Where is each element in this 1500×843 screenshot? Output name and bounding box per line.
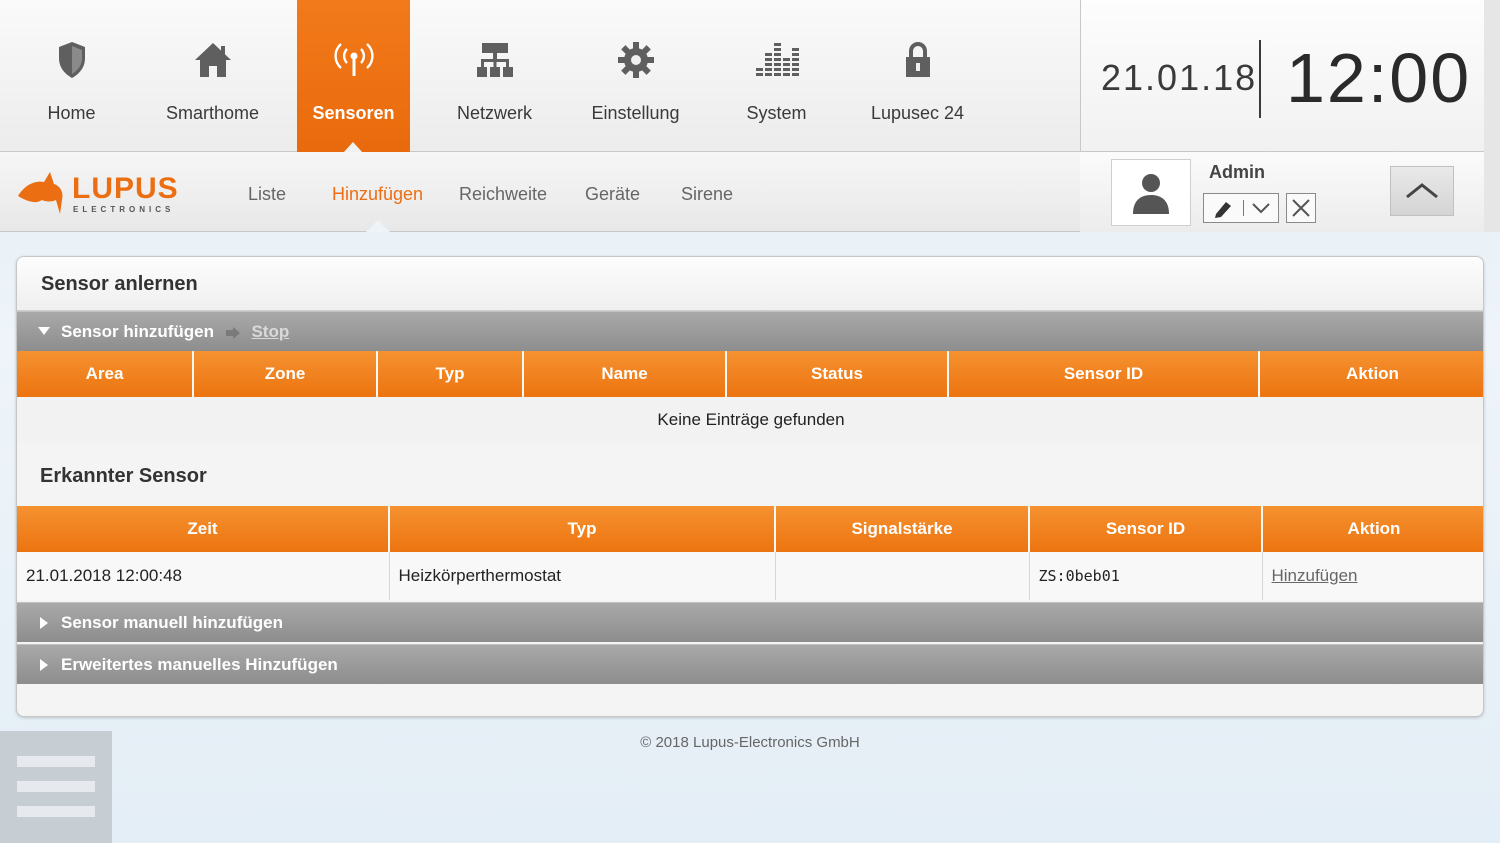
col-header-typ: Typ [377, 351, 524, 397]
advanced-add-bar[interactable]: Erweitertes manuelles Hinzufügen [17, 644, 1483, 684]
house-icon [156, 38, 269, 82]
nav-item-home[interactable]: Home [15, 0, 128, 152]
logo-name: LUPUS [72, 172, 179, 205]
gear-icon [579, 38, 692, 82]
nav-item-sensoren[interactable]: Sensoren [297, 0, 410, 153]
footer-copyright: © 2018 Lupus-Electronics GmbH [640, 734, 860, 751]
col-header-signalstaerke: Signalstärke [775, 506, 1030, 552]
add-sensor-bar[interactable]: Sensor hinzufügen Stop [17, 311, 1483, 351]
advanced-add-label: Erweitertes manuelles Hinzufügen [61, 655, 338, 674]
manual-add-bar[interactable]: Sensor manuell hinzufügen [17, 602, 1483, 642]
col-header-zone: Zone [193, 351, 378, 397]
nav-item-einstellung[interactable]: Einstellung [579, 0, 692, 152]
nav-item-label: Lupusec 24 [870, 103, 965, 123]
caret-right-icon [40, 617, 48, 629]
caret-down-icon [38, 327, 50, 335]
col-header-zeit: Zeit [17, 506, 390, 552]
right-edge-strip [1484, 0, 1500, 232]
add-detected-sensor-link[interactable]: Hinzufügen [1272, 566, 1358, 585]
clock-date: 21.01.18 [1101, 57, 1258, 98]
nav-item-smarthome[interactable]: Smarthome [156, 0, 269, 152]
nav-item-label: Home [47, 103, 96, 123]
subnav-geraete[interactable]: Geräte [585, 184, 640, 205]
nav-item-label: System [746, 103, 807, 123]
cell-typ: Heizkörperthermostat [389, 552, 776, 600]
nav-item-label: Sensoren [312, 103, 395, 123]
chevron-up-icon [1406, 183, 1438, 199]
user-icon [1133, 173, 1169, 214]
clock-separator [1259, 40, 1261, 118]
close-icon [1292, 199, 1310, 217]
clock-panel: 21.01.18 12:00 [1080, 0, 1484, 152]
nav-item-system[interactable]: System [720, 0, 833, 152]
equalizer-icon [720, 38, 833, 82]
caret-right-icon [40, 659, 48, 671]
sub-nav: LUPUS ELECTRONICS Liste Hinzufügen Reich… [0, 152, 1080, 232]
col-header-sensor-id: Sensor ID [948, 351, 1260, 397]
subnav-liste[interactable]: Liste [248, 184, 286, 205]
arrow-right-icon [225, 326, 240, 339]
table-row: 21.01.2018 12:00:48 Heizkörperthermostat… [17, 552, 1483, 600]
cell-signal [775, 552, 1030, 600]
sensor-panel: Sensor anlernen Sensor hinzufügen Stop A… [16, 256, 1484, 717]
subnav-hinzufuegen[interactable]: Hinzufügen [332, 184, 423, 205]
nav-item-lupusec24[interactable]: Lupusec 24 [861, 0, 974, 152]
col-header-sensor-id: Sensor ID [1029, 506, 1263, 552]
user-name: Admin [1209, 162, 1265, 182]
detected-sensor-table: Zeit Typ Signalstärke Sensor ID Aktion 2… [17, 506, 1483, 600]
pencil-icon [1215, 202, 1231, 218]
main-nav: Home Smarthome Sensoren Netzwerk Einstel… [0, 0, 1080, 153]
clock-time: 12:00 [1286, 39, 1472, 117]
menu-line [17, 756, 95, 767]
chevron-down-icon [1252, 203, 1270, 214]
nav-item-label: Einstellung [591, 103, 680, 123]
col-header-aktion: Aktion [1259, 351, 1483, 397]
empty-message: Keine Einträge gefunden [17, 397, 1483, 443]
fox-icon [18, 172, 63, 214]
subnav-reichweite[interactable]: Reichweite [459, 184, 547, 205]
panel-header: Sensor anlernen [17, 257, 1483, 311]
cell-sensor-id: ZS:0beb01 [1029, 552, 1263, 600]
panel-title: Sensor anlernen [41, 273, 198, 295]
col-header-typ: Typ [389, 506, 776, 552]
col-header-area: Area [17, 351, 194, 397]
manual-add-label: Sensor manuell hinzufügen [61, 613, 283, 632]
cell-zeit: 21.01.2018 12:00:48 [17, 552, 390, 600]
nav-item-label: Smarthome [165, 103, 260, 123]
add-sensor-label: Sensor hinzufügen [61, 322, 214, 341]
cell-aktion: Hinzufügen [1262, 552, 1483, 600]
collapse-button[interactable] [1390, 166, 1454, 216]
menu-line [17, 806, 95, 817]
user-edit-dropdown[interactable] [1203, 193, 1279, 223]
menu-line [17, 781, 95, 792]
user-panel: Admin [1080, 152, 1484, 232]
nav-item-netzwerk[interactable]: Netzwerk [438, 0, 551, 152]
logout-button[interactable] [1286, 193, 1316, 223]
col-header-aktion: Aktion [1262, 506, 1483, 552]
lock-icon [861, 38, 974, 82]
nav-item-label: Netzwerk [456, 103, 532, 123]
network-icon [438, 38, 551, 82]
stop-link[interactable]: Stop [251, 322, 289, 341]
active-subnav-pointer [366, 220, 390, 232]
shield-icon [15, 38, 128, 82]
lupus-logo: LUPUS ELECTRONICS [16, 170, 196, 220]
col-header-status: Status [726, 351, 949, 397]
subnav-sirene[interactable]: Sirene [681, 184, 733, 205]
avatar [1111, 159, 1191, 226]
hamburger-menu-button[interactable] [0, 731, 112, 843]
sensor-table: Area Zone Typ Name Status Sensor ID Akti… [17, 351, 1483, 443]
antenna-icon [297, 38, 410, 82]
logo-subtitle: ELECTRONICS [73, 205, 175, 214]
col-header-name: Name [523, 351, 727, 397]
detected-sensor-title: Erkannter Sensor [40, 465, 207, 487]
